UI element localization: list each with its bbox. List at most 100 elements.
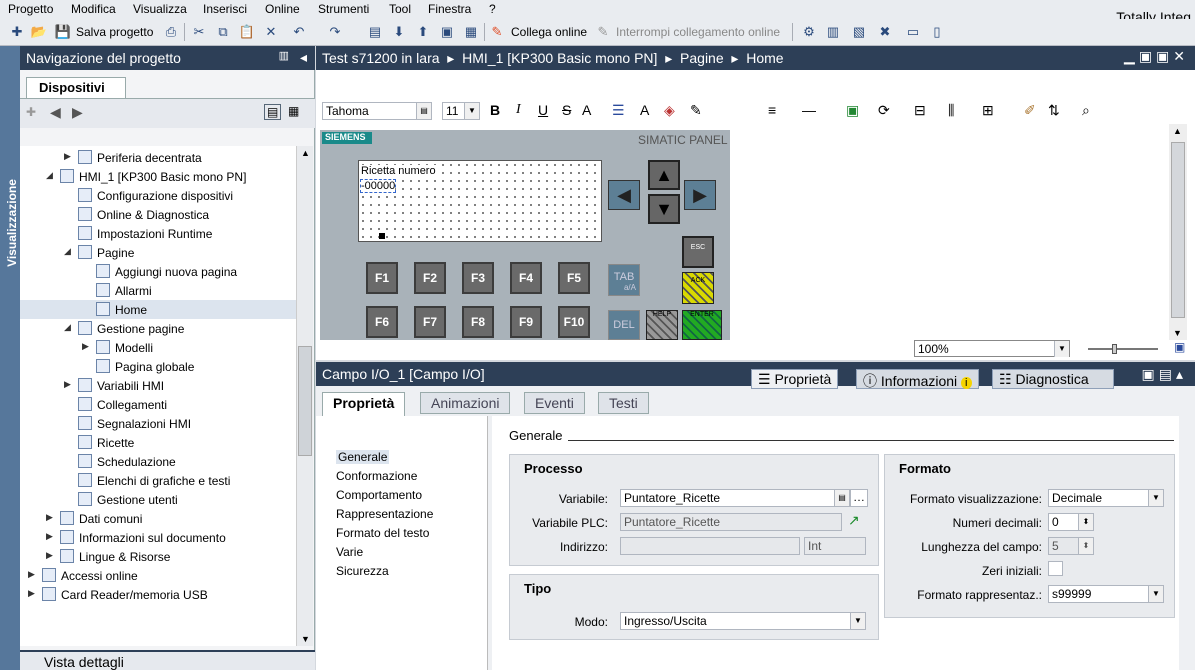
ack-key[interactable]: ACK bbox=[682, 272, 714, 304]
stop-icon[interactable]: ▧ bbox=[850, 23, 868, 41]
function-key-f1[interactable]: F1 bbox=[366, 262, 398, 294]
zoom-select[interactable]: 100% ▼ bbox=[914, 340, 1070, 357]
menu-tool[interactable]: Tool bbox=[389, 2, 411, 16]
accessible-devices-icon[interactable]: ⚙ bbox=[800, 23, 818, 41]
collapse-arrow-icon[interactable]: ◢ bbox=[64, 246, 71, 257]
tree-item[interactable]: Allarmi bbox=[20, 281, 296, 300]
tree-item[interactable]: Aggiungi nuova pagina bbox=[20, 262, 296, 281]
representation-format-select[interactable]: s99999 ▼ bbox=[1048, 585, 1164, 603]
menu-visualizza[interactable]: Visualizza bbox=[133, 2, 187, 16]
menu-modifica[interactable]: Modifica bbox=[71, 2, 116, 16]
function-key-f7[interactable]: F7 bbox=[414, 306, 446, 338]
expand-arrow-icon[interactable]: ▶ bbox=[82, 341, 89, 352]
tree-item[interactable]: Configurazione dispositivi bbox=[20, 186, 296, 205]
pin-icon[interactable]: ▥ bbox=[279, 49, 289, 62]
redo-icon[interactable]: ↷ bbox=[326, 23, 344, 41]
save-icon[interactable]: 💾 bbox=[54, 23, 72, 41]
prop-tab-3[interactable]: Testi bbox=[598, 392, 649, 414]
side-tab-visualizzazione[interactable]: Visualizzazione bbox=[0, 46, 20, 670]
line-width-icon[interactable]: — bbox=[802, 102, 816, 118]
prop-tab-1[interactable]: Animazioni bbox=[420, 392, 511, 414]
menu-help[interactable]: ? bbox=[489, 2, 496, 16]
tree-item[interactable]: Segnalazioni HMI bbox=[20, 414, 296, 433]
expand-arrow-icon[interactable]: ▶ bbox=[46, 550, 53, 561]
tab-dispositivi[interactable]: Dispositivi bbox=[26, 77, 126, 98]
same-size-icon[interactable]: ⊞ bbox=[982, 102, 994, 119]
property-scrollbar[interactable] bbox=[1179, 416, 1195, 670]
tree-item[interactable]: ◢ HMI_1 [KP300 Basic mono PN] bbox=[20, 167, 296, 186]
bold-icon[interactable]: B bbox=[490, 102, 500, 118]
function-key-f5[interactable]: F5 bbox=[558, 262, 590, 294]
function-key-f10[interactable]: F10 bbox=[558, 306, 590, 338]
tree-item[interactable]: ▶ Variabili HMI bbox=[20, 376, 296, 395]
format-painter-icon[interactable]: ✐ bbox=[1024, 102, 1036, 119]
connect-online-icon[interactable]: ✎ bbox=[488, 23, 506, 41]
tab-key[interactable]: TAB a/A bbox=[608, 264, 640, 296]
text-color-icon[interactable]: A bbox=[640, 102, 649, 118]
tree-item[interactable]: ◢ Pagine bbox=[20, 243, 296, 262]
expand-arrow-icon[interactable]: ▶ bbox=[46, 512, 53, 523]
zoom-select-icon[interactable]: ⌕ bbox=[1082, 102, 1090, 119]
paste-icon[interactable]: 📋 bbox=[238, 23, 256, 41]
tree-item[interactable]: ▶ Modelli bbox=[20, 338, 296, 357]
font-select[interactable]: Tahoma ▤ bbox=[322, 102, 432, 120]
window-controls[interactable]: ▁▣▣✕ bbox=[1124, 48, 1189, 65]
expand-arrow-icon[interactable]: ▶ bbox=[64, 151, 71, 162]
function-key-f3[interactable]: F3 bbox=[462, 262, 494, 294]
align-icon[interactable]: ☰ bbox=[612, 102, 625, 119]
strikethrough-icon[interactable]: S bbox=[562, 102, 571, 118]
menu-inserisci[interactable]: Inserisci bbox=[203, 2, 247, 16]
right-arrow-key[interactable]: ▶ bbox=[684, 180, 716, 210]
function-key-f2[interactable]: F2 bbox=[414, 262, 446, 294]
tree-item[interactable]: ▶ Card Reader/memoria USB bbox=[20, 585, 296, 604]
tree-item[interactable]: Pagina globale bbox=[20, 357, 296, 376]
font-size-select[interactable]: 11 ▼ bbox=[442, 102, 480, 120]
save-project-button[interactable]: Salva progetto bbox=[76, 25, 153, 39]
delete-icon[interactable]: ✕ bbox=[262, 23, 280, 41]
function-key-f8[interactable]: F8 bbox=[462, 306, 494, 338]
distribute-icon[interactable]: ⫼ bbox=[948, 102, 954, 119]
tree-item[interactable]: ▶ Informazioni sul documento bbox=[20, 528, 296, 547]
expand-arrow-icon[interactable]: ▶ bbox=[28, 588, 35, 599]
menu-online[interactable]: Online bbox=[265, 2, 300, 16]
tree-item[interactable]: ▶ Dati comuni bbox=[20, 509, 296, 528]
property-list-item[interactable]: Conformazione bbox=[336, 469, 417, 483]
mode-select[interactable]: Ingresso/Uscita ▼ bbox=[620, 612, 866, 630]
nav-settings-icon[interactable]: ▦ bbox=[288, 104, 299, 118]
simulation-icon[interactable]: ▣ bbox=[438, 23, 456, 41]
decimals-stepper[interactable]: 0 ⬍ bbox=[1048, 513, 1094, 531]
download-icon[interactable]: ⬇ bbox=[390, 23, 408, 41]
line-style-icon[interactable]: ≡ bbox=[768, 102, 776, 118]
undo-icon[interactable]: ↶ bbox=[290, 23, 308, 41]
property-list-item[interactable]: Comportamento bbox=[336, 488, 422, 502]
inspector-window-controls[interactable]: ▣▤▴ bbox=[1142, 366, 1187, 383]
esc-key[interactable]: ESC bbox=[682, 236, 714, 268]
underline-icon[interactable]: U bbox=[538, 102, 548, 118]
property-list-item[interactable]: Formato del testo bbox=[336, 526, 429, 540]
split-vertical-icon[interactable]: ▯ bbox=[928, 23, 946, 41]
tree-item[interactable]: ▶ Periferia decentrata bbox=[20, 148, 296, 167]
layer-icon[interactable]: ⇅ bbox=[1048, 102, 1060, 119]
fit-icon[interactable]: ▣ bbox=[1174, 340, 1185, 354]
compile-icon[interactable]: ▤ bbox=[366, 23, 384, 41]
collapse-icon[interactable]: ◂ bbox=[300, 49, 307, 66]
tree-scrollbar[interactable]: ▲ ▼ bbox=[296, 146, 313, 646]
copy-icon[interactable]: ⧉ bbox=[214, 23, 232, 41]
io-field[interactable]: -00000 bbox=[359, 179, 397, 193]
left-arrow-key[interactable]: ◀ bbox=[608, 180, 640, 210]
align-objects-icon[interactable]: ⊟ bbox=[914, 102, 926, 119]
details-view-header[interactable]: Vista dettagli bbox=[20, 650, 315, 670]
open-project-icon[interactable]: 📂 bbox=[30, 23, 48, 41]
function-key-f4[interactable]: F4 bbox=[510, 262, 542, 294]
tab-diagnostica[interactable]: ☷ Diagnostica bbox=[992, 369, 1114, 389]
menu-finestra[interactable]: Finestra bbox=[428, 2, 471, 16]
editor-scrollbar[interactable]: ▲ ▼ bbox=[1169, 124, 1187, 340]
add-icon[interactable]: ✚ bbox=[26, 105, 36, 119]
tree-item[interactable]: Elenchi di grafiche e testi bbox=[20, 471, 296, 490]
collapse-arrow-icon[interactable]: ◢ bbox=[64, 322, 71, 333]
enter-key[interactable]: ENTER bbox=[682, 310, 722, 340]
expand-arrow-icon[interactable]: ▶ bbox=[64, 379, 71, 390]
function-key-f9[interactable]: F9 bbox=[510, 306, 542, 338]
browse-button[interactable]: … bbox=[850, 489, 868, 507]
new-project-icon[interactable]: ✚ bbox=[8, 23, 26, 41]
